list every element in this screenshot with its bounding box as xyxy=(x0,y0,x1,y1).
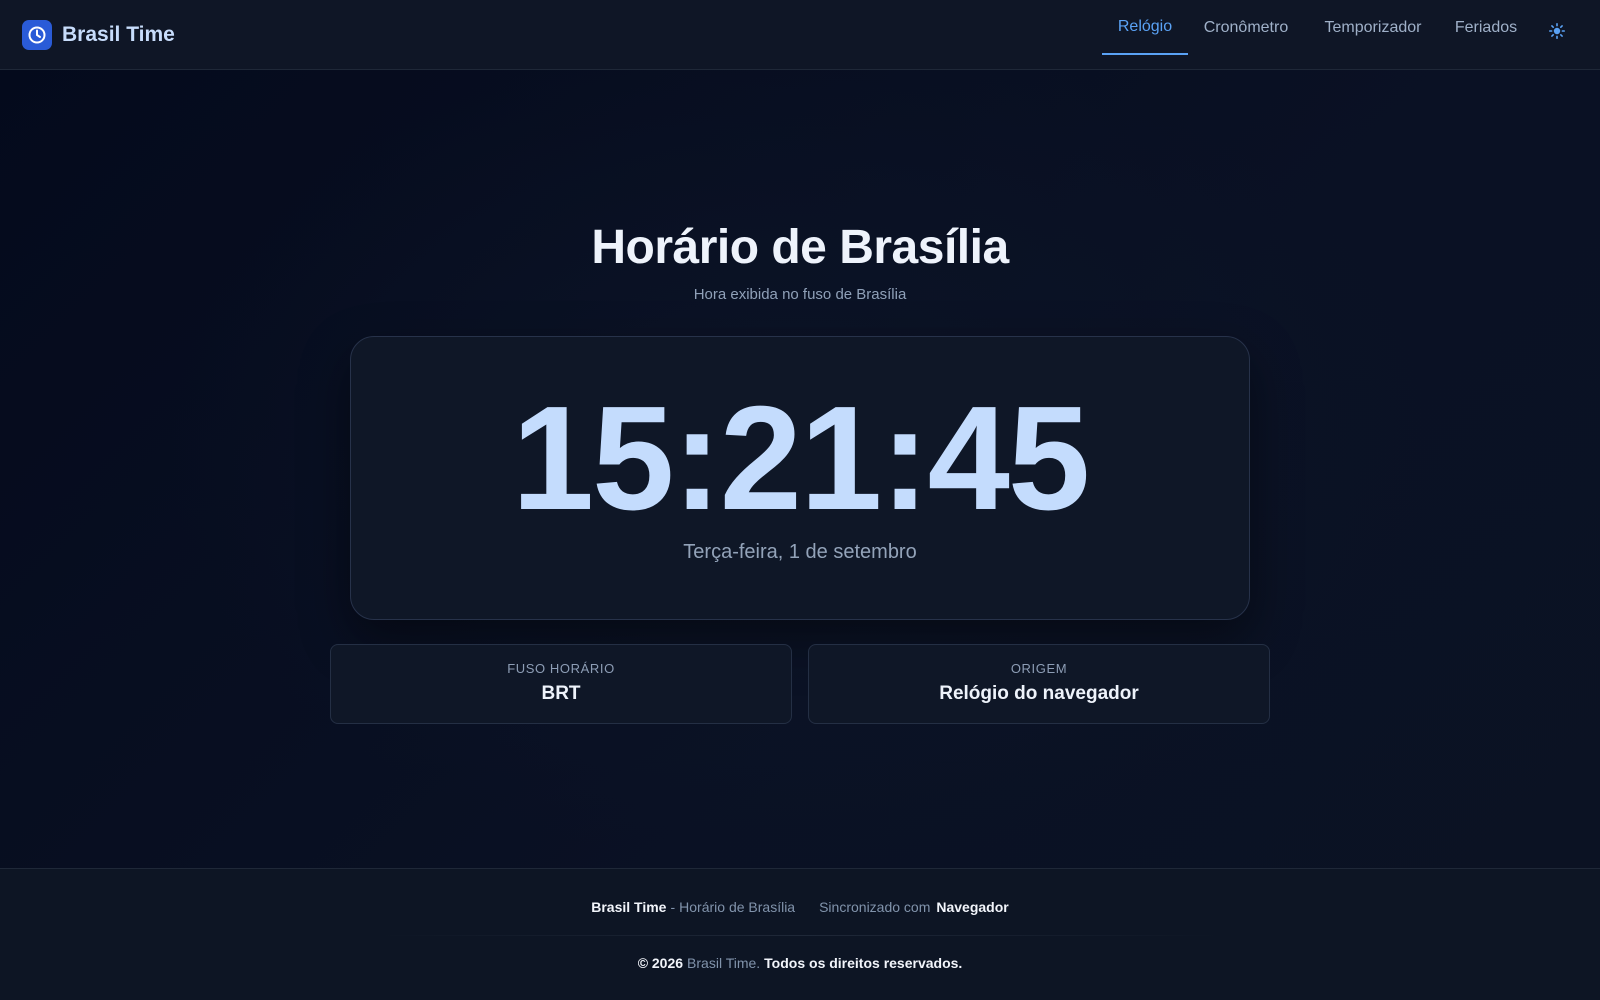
theme-toggle-button[interactable] xyxy=(1546,22,1568,44)
source-label: ORIGEM xyxy=(1010,661,1068,676)
copyright-prefix: © 2026 xyxy=(637,955,684,971)
nav-relogio[interactable]: Relógio xyxy=(1102,0,1188,55)
page-subtitle: Hora exibida no fuso de Brasília xyxy=(693,286,907,303)
clock-card: 15:21:45 Terça-feira, 1 de setembro xyxy=(350,336,1250,620)
footer-sync-label: Sincronizado com xyxy=(819,899,931,915)
source-card: ORIGEM Relógio do navegador xyxy=(808,644,1270,724)
nav-cronometro[interactable]: Cronômetro xyxy=(1196,0,1296,55)
footer-divider xyxy=(380,935,1220,936)
main-content: Horário de Brasília Hora exibida no fuso… xyxy=(0,70,1600,868)
clock-date: Terça-feira, 1 de setembro xyxy=(683,541,917,563)
footer-sync-value: Navegador xyxy=(936,899,1009,915)
source-value: Relógio do navegador xyxy=(939,683,1139,704)
clock-time: 15:21:45 xyxy=(511,376,1090,541)
footer-info: Brasil Time - Horário de Brasília Sincro… xyxy=(0,899,1600,915)
nav-feriados[interactable]: Feriados xyxy=(1448,0,1524,55)
footer-dash: - xyxy=(670,899,676,915)
page-title: Horário de Brasília xyxy=(591,221,1009,274)
footer-tagline: Horário de Brasília xyxy=(679,899,796,915)
timezone-label: FUSO HORÁRIO xyxy=(507,661,615,676)
footer: Brasil Time - Horário de Brasília Sincro… xyxy=(0,868,1600,1000)
main-nav: Relógio Cronômetro Temporizador Feriados xyxy=(0,0,1600,70)
footer-brand[interactable]: Brasil Time xyxy=(591,899,666,915)
footer-copyright: © 2026 Brasil Time. Todos os direitos re… xyxy=(0,955,1600,971)
nav-temporizador[interactable]: Temporizador xyxy=(1314,0,1432,55)
timezone-value: BRT xyxy=(541,683,581,704)
timezone-card: FUSO HORÁRIO BRT xyxy=(330,644,792,724)
copyright-brand: Brasil Time. xyxy=(687,955,761,971)
top-navbar: Brasil Time Relógio Cronômetro Temporiza… xyxy=(0,0,1600,70)
sun-icon xyxy=(1549,22,1565,44)
copyright-suffix: Todos os direitos reservados. xyxy=(764,955,963,971)
